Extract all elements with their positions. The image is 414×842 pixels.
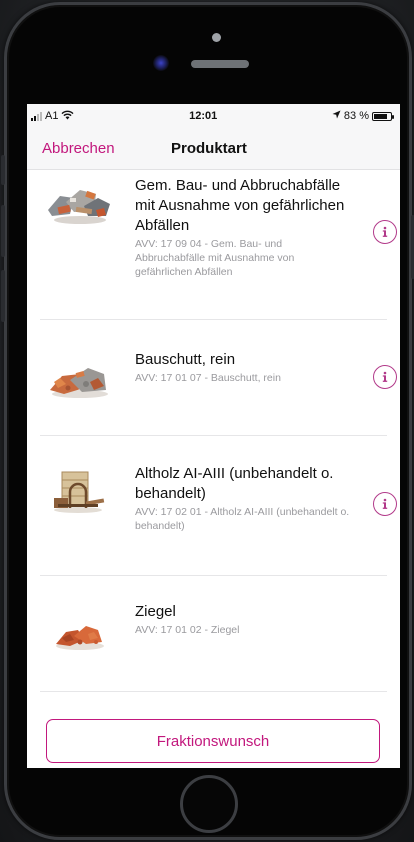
item-title: Altholz AI-AIII (unbehandelt o. behandel… (135, 465, 334, 502)
list-item-text: Altholz AI-AIII (unbehandelt o. behandel… (135, 464, 350, 533)
page-title: Produktart (171, 140, 247, 157)
item-subtitle: AVV: 17 01 02 - Ziegel (135, 624, 240, 636)
footer-area: Fraktionswunsch (27, 704, 400, 768)
list-item-text: Ziegel AVV: 17 01 02 - Ziegel (135, 602, 350, 637)
list-item[interactable]: Ziegel AVV: 17 01 02 - Ziegel (40, 576, 387, 692)
list-item[interactable]: Altholz AI-AIII (unbehandelt o. behandel… (40, 436, 397, 576)
item-subtitle: AVV: 17 01 07 - Bauschutt, rein (135, 372, 281, 384)
mixed-construction-waste-image (40, 182, 118, 226)
battery-icon (372, 111, 394, 121)
earpiece-speaker (191, 60, 249, 68)
fraktionswunsch-button[interactable]: Fraktionswunsch (46, 719, 380, 763)
info-button[interactable] (373, 492, 397, 516)
navigation-bar: Abbrechen Produktart (27, 128, 400, 170)
item-title: Ziegel (135, 603, 176, 620)
info-icon (382, 498, 388, 509)
status-bar: A1 12:01 83 % (27, 104, 400, 128)
status-left: A1 (31, 110, 74, 123)
volume-down-button (1, 270, 5, 322)
item-title: Gem. Bau- und Abbruchabfälle mit Ausnahm… (135, 177, 345, 234)
sensor-dot (212, 33, 221, 42)
home-button[interactable] (180, 775, 238, 833)
bricks-image (40, 612, 118, 656)
status-right: 83 % (332, 110, 394, 122)
info-button[interactable] (373, 220, 397, 244)
list-item[interactable]: Bauschutt, rein AVV: 17 01 07 - Bauschut… (40, 320, 397, 436)
status-time: 12:01 (189, 110, 218, 122)
list-item-text: Bauschutt, rein AVV: 17 01 07 - Bauschut… (135, 350, 350, 385)
product-type-list: Gem. Bau- und Abbruchabfälle mit Ausnahm… (27, 170, 400, 692)
list-item-text: Gem. Bau- und Abbruchabfälle mit Ausnahm… (135, 176, 350, 279)
info-icon (382, 226, 388, 237)
volume-up-button (1, 205, 5, 257)
list-item[interactable]: Gem. Bau- und Abbruchabfälle mit Ausnahm… (40, 170, 397, 320)
signal-strength-icon (31, 111, 42, 121)
wifi-icon (61, 110, 74, 123)
carrier-label: A1 (45, 110, 59, 122)
rubble-image (40, 358, 118, 402)
battery-percent: 83 % (343, 110, 369, 122)
battery-fill (374, 113, 388, 119)
item-subtitle: AVV: 17 09 04 - Gem. Bau- und Abbruchabf… (135, 238, 295, 278)
location-arrow-icon (332, 110, 341, 122)
item-title: Bauschutt, rein (135, 351, 236, 368)
item-subtitle: AVV: 17 02 01 - Altholz AI-AIII (unbehan… (135, 506, 350, 532)
cancel-button[interactable]: Abbrechen (42, 140, 115, 157)
info-button[interactable] (373, 365, 397, 389)
front-camera (153, 55, 169, 71)
mute-switch (1, 155, 5, 185)
waste-wood-image (40, 470, 118, 514)
info-icon (382, 371, 388, 382)
app-screen: A1 12:01 83 % Abbrechen Produktart Gem. … (27, 104, 400, 768)
